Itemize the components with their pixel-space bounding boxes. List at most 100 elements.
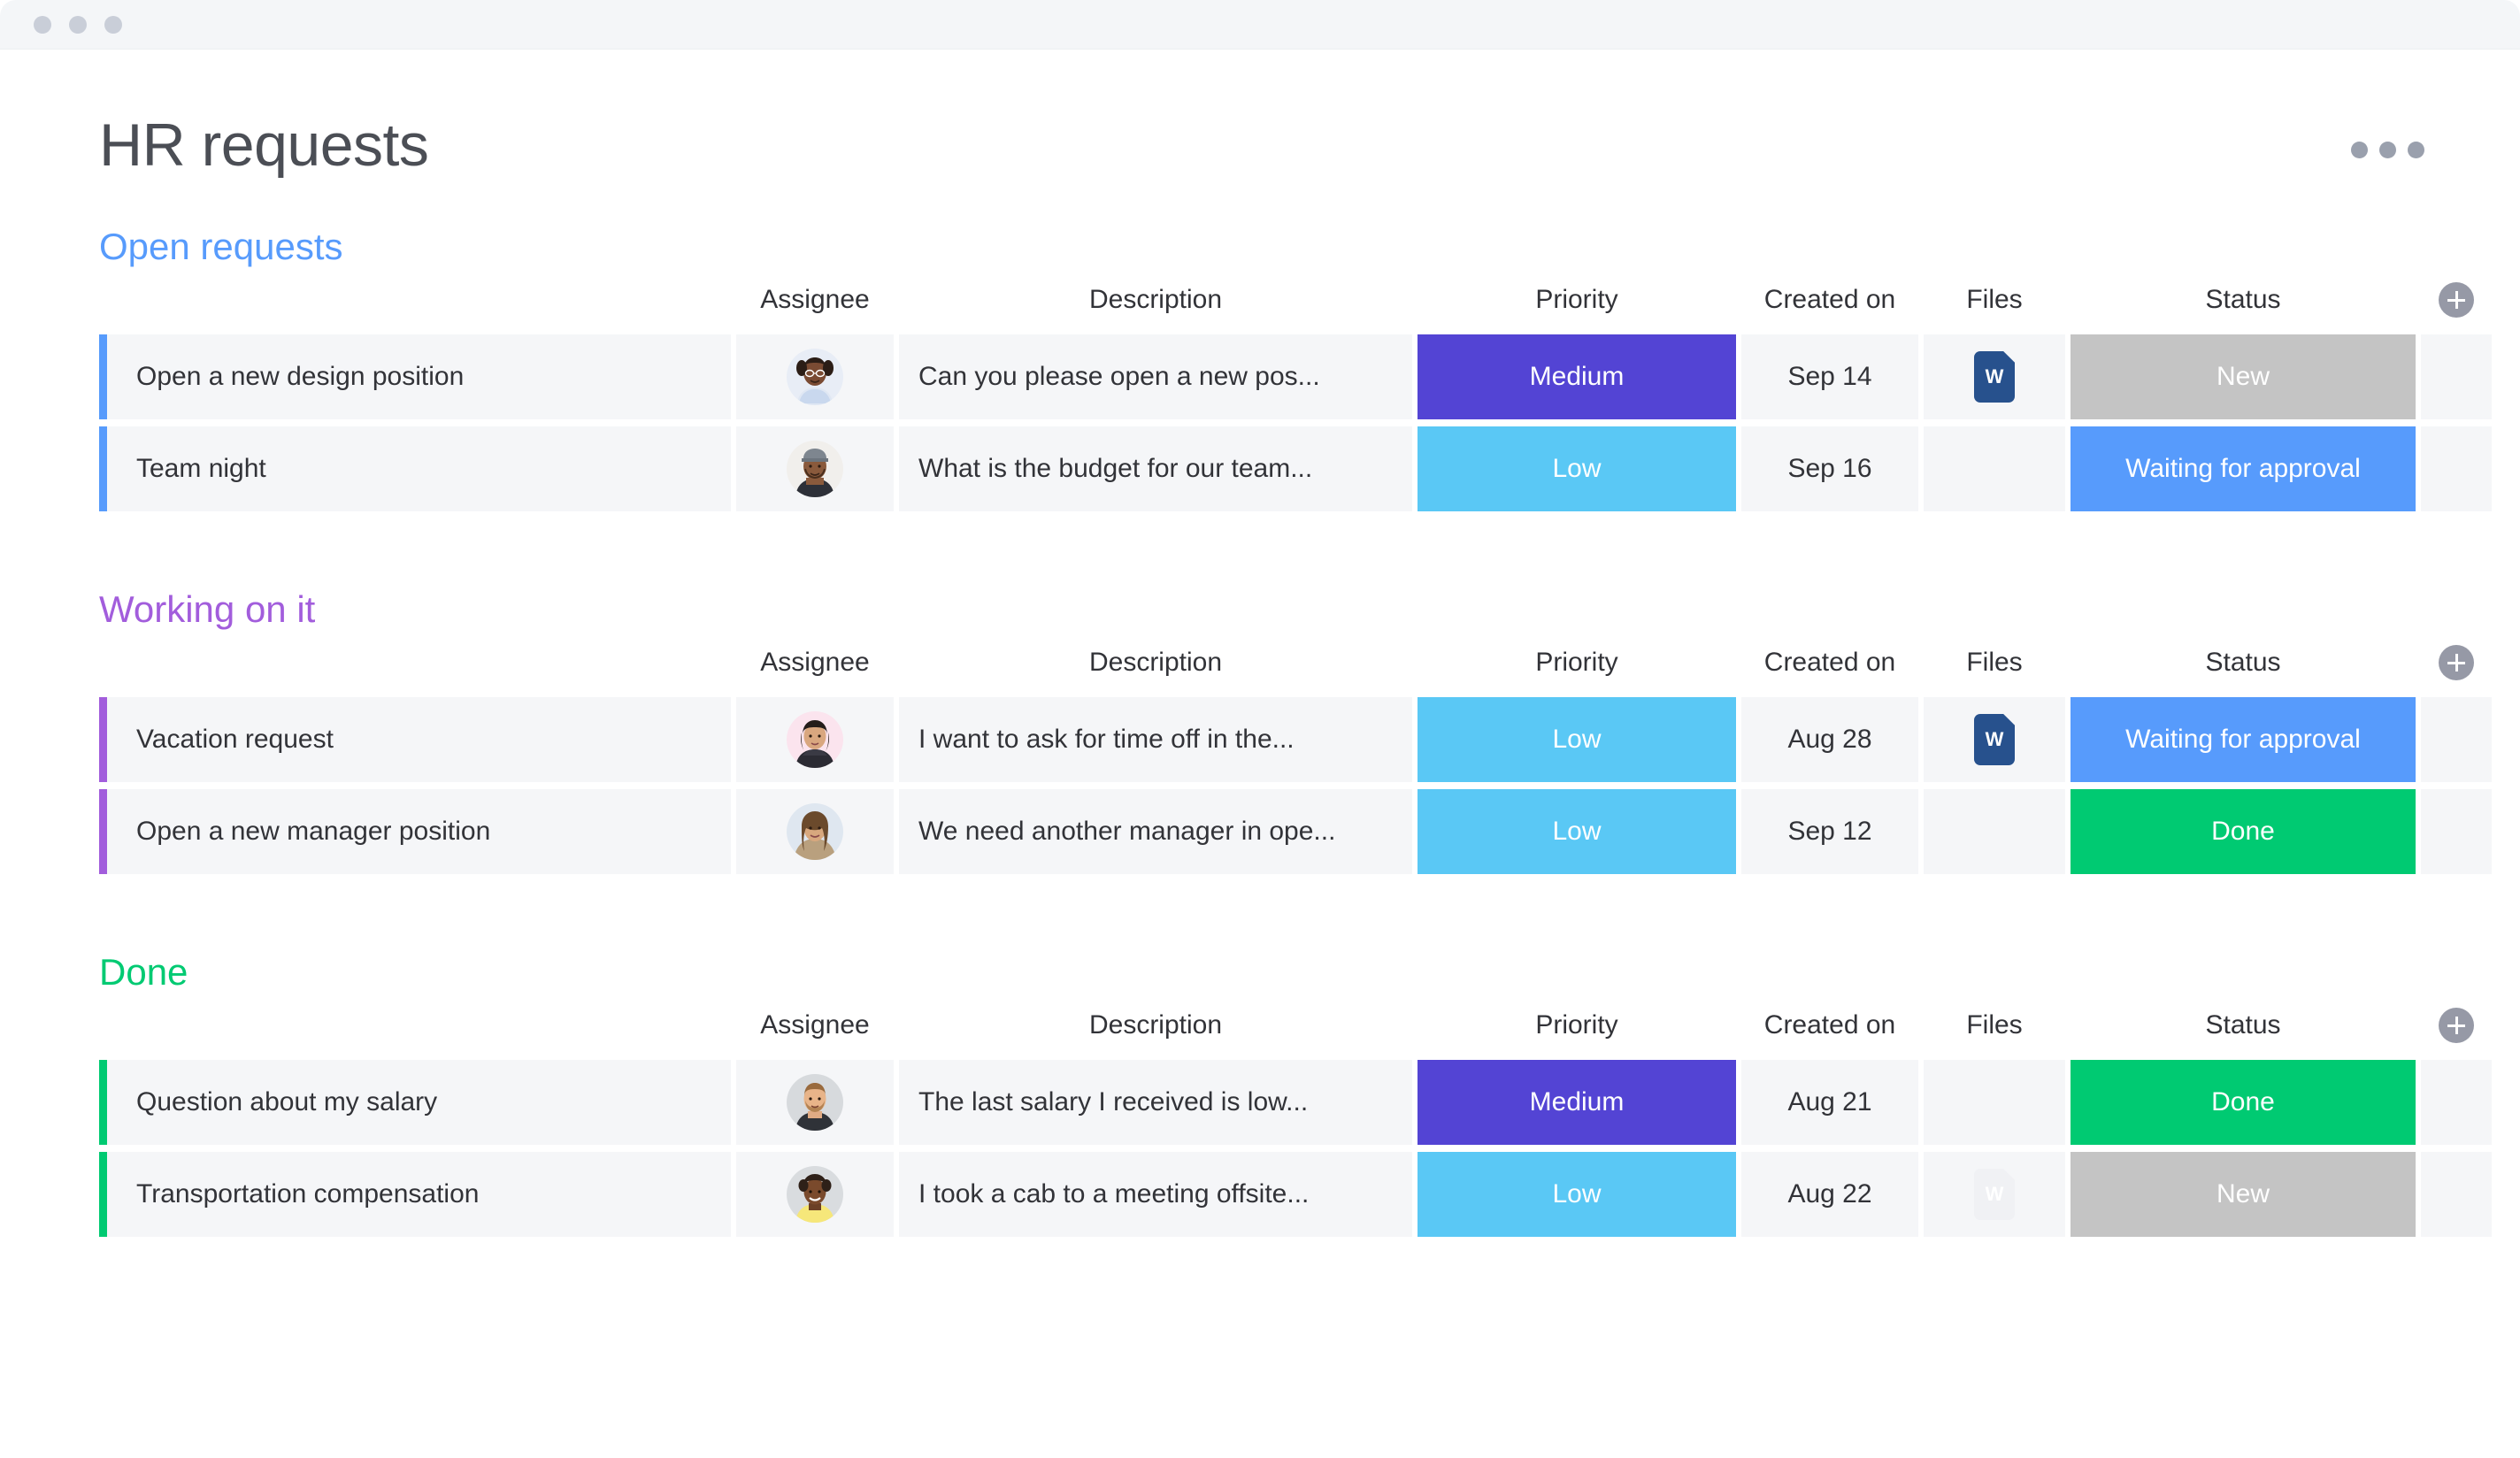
column-header-priority[interactable]: Priority <box>1418 285 1736 315</box>
status-cell[interactable]: Waiting for approval <box>2071 426 2416 511</box>
column-header-created-on[interactable]: Created on <box>1741 648 1918 678</box>
word-document-icon[interactable]: W <box>1974 351 2015 403</box>
close-button-icon[interactable] <box>34 15 51 34</box>
window-titlebar <box>0 0 2520 50</box>
assignee-cell[interactable] <box>736 789 894 874</box>
files-cell[interactable]: W <box>1924 1152 2065 1237</box>
column-header-assignee[interactable]: Assignee <box>736 648 894 678</box>
column-header-status[interactable]: Status <box>2071 648 2416 678</box>
column-header-row: Assignee Description Priority Created on Fil… <box>99 265 2520 334</box>
status-cell[interactable]: New <box>2071 334 2416 419</box>
column-header-files[interactable]: Files <box>1924 648 2065 678</box>
avatar <box>787 349 843 405</box>
column-header-description[interactable]: Description <box>899 285 1412 315</box>
status-cell[interactable]: Waiting for approval <box>2071 697 2416 782</box>
created-on-cell[interactable]: Sep 16 <box>1741 426 1918 511</box>
word-document-icon[interactable]: W <box>1974 714 2015 765</box>
row-name-cell[interactable]: Team night <box>99 426 731 511</box>
column-header-row: Assignee Description Priority Created on Fil… <box>99 991 2520 1060</box>
created-on-cell[interactable]: Aug 22 <box>1741 1152 1918 1237</box>
files-cell[interactable] <box>1924 1060 2065 1145</box>
priority-cell[interactable]: Low <box>1418 1152 1736 1237</box>
row-name-cell[interactable]: Transportation compensation <box>99 1152 731 1237</box>
created-on-cell[interactable]: Aug 21 <box>1741 1060 1918 1145</box>
row-name-cell[interactable]: Vacation request <box>99 697 731 782</box>
minimize-button-icon[interactable] <box>69 15 87 34</box>
description-cell[interactable]: Can you please open a new pos... <box>899 334 1412 419</box>
add-column-button[interactable] <box>2439 1008 2474 1043</box>
table-row[interactable]: Open a new design position Can you please… <box>99 334 2520 419</box>
column-header-created-on[interactable]: Created on <box>1741 1010 1918 1040</box>
kebab-dot-1 <box>2351 142 2368 158</box>
assignee-cell[interactable] <box>736 697 894 782</box>
column-header-status[interactable]: Status <box>2071 285 2416 315</box>
empty-trailing-cell <box>2421 334 2492 419</box>
column-header-created-on[interactable]: Created on <box>1741 285 1918 315</box>
created-on-cell[interactable]: Sep 14 <box>1741 334 1918 419</box>
files-cell[interactable] <box>1924 789 2065 874</box>
description-cell[interactable]: The last salary I received is low... <box>899 1060 1412 1145</box>
board-group: Working on it Assignee Description Priority… <box>0 591 2520 874</box>
status-badge: Done <box>2071 1060 2416 1145</box>
files-cell[interactable]: W <box>1924 334 2065 419</box>
column-header-priority[interactable]: Priority <box>1418 648 1736 678</box>
board-groups: Open requests Assignee Description Priority… <box>0 228 2520 1237</box>
assignee-cell[interactable] <box>736 1060 894 1145</box>
column-header-status[interactable]: Status <box>2071 1010 2416 1040</box>
empty-trailing-cell <box>2421 1060 2492 1145</box>
more-horizontal-icon[interactable] <box>2351 142 2424 158</box>
column-header-files[interactable]: Files <box>1924 1010 2065 1040</box>
table-row[interactable]: Question about my salary The last salary … <box>99 1060 2520 1145</box>
empty-trailing-cell <box>2421 697 2492 782</box>
files-cell[interactable]: W <box>1924 697 2065 782</box>
group-title[interactable]: Working on it <box>99 591 2520 628</box>
description-cell[interactable]: I want to ask for time off in the... <box>899 697 1412 782</box>
created-on-cell[interactable]: Sep 12 <box>1741 789 1918 874</box>
row-name-cell[interactable]: Question about my salary <box>99 1060 731 1145</box>
group-title[interactable]: Open requests <box>99 228 2520 265</box>
created-on-cell[interactable]: Aug 28 <box>1741 697 1918 782</box>
table-row[interactable]: Open a new manager position We need anoth… <box>99 789 2520 874</box>
row-name-label: Transportation compensation <box>136 1179 480 1209</box>
zoom-button-icon[interactable] <box>104 15 122 34</box>
board-group: Open requests Assignee Description Priority… <box>0 228 2520 511</box>
priority-cell[interactable]: Low <box>1418 426 1736 511</box>
priority-cell[interactable]: Medium <box>1418 1060 1736 1145</box>
row-name-cell[interactable]: Open a new design position <box>99 334 731 419</box>
table-row[interactable]: Team night What is the budget for our tea… <box>99 426 2520 511</box>
add-column-button[interactable] <box>2439 282 2474 318</box>
priority-cell[interactable]: Medium <box>1418 334 1736 419</box>
avatar <box>787 803 843 860</box>
assignee-cell[interactable] <box>736 334 894 419</box>
table-row[interactable]: Transportation compensation I took a cab … <box>99 1152 2520 1237</box>
word-document-icon[interactable]: W <box>1974 1169 2015 1220</box>
traffic-lights <box>34 15 122 34</box>
kebab-dot-3 <box>2408 142 2424 158</box>
row-accent-bar <box>99 1152 107 1237</box>
column-header-description[interactable]: Description <box>899 1010 1412 1040</box>
description-cell[interactable]: We need another manager in ope... <box>899 789 1412 874</box>
column-header-description[interactable]: Description <box>899 648 1412 678</box>
priority-badge: Low <box>1418 697 1736 782</box>
description-cell[interactable]: I took a cab to a meeting offsite... <box>899 1152 1412 1237</box>
status-badge: Done <box>2071 789 2416 874</box>
priority-badge: Medium <box>1418 334 1736 419</box>
kebab-dot-2 <box>2379 142 2396 158</box>
column-header-assignee[interactable]: Assignee <box>736 1010 894 1040</box>
column-header-priority[interactable]: Priority <box>1418 1010 1736 1040</box>
group-title[interactable]: Done <box>99 954 2520 991</box>
files-cell[interactable] <box>1924 426 2065 511</box>
status-cell[interactable]: Done <box>2071 1060 2416 1145</box>
row-name-cell[interactable]: Open a new manager position <box>99 789 731 874</box>
priority-cell[interactable]: Low <box>1418 789 1736 874</box>
assignee-cell[interactable] <box>736 1152 894 1237</box>
table-row[interactable]: Vacation request I want to ask for time o… <box>99 697 2520 782</box>
description-cell[interactable]: What is the budget for our team... <box>899 426 1412 511</box>
priority-cell[interactable]: Low <box>1418 697 1736 782</box>
status-cell[interactable]: Done <box>2071 789 2416 874</box>
assignee-cell[interactable] <box>736 426 894 511</box>
column-header-assignee[interactable]: Assignee <box>736 285 894 315</box>
column-header-files[interactable]: Files <box>1924 285 2065 315</box>
add-column-button[interactable] <box>2439 645 2474 680</box>
status-cell[interactable]: New <box>2071 1152 2416 1237</box>
